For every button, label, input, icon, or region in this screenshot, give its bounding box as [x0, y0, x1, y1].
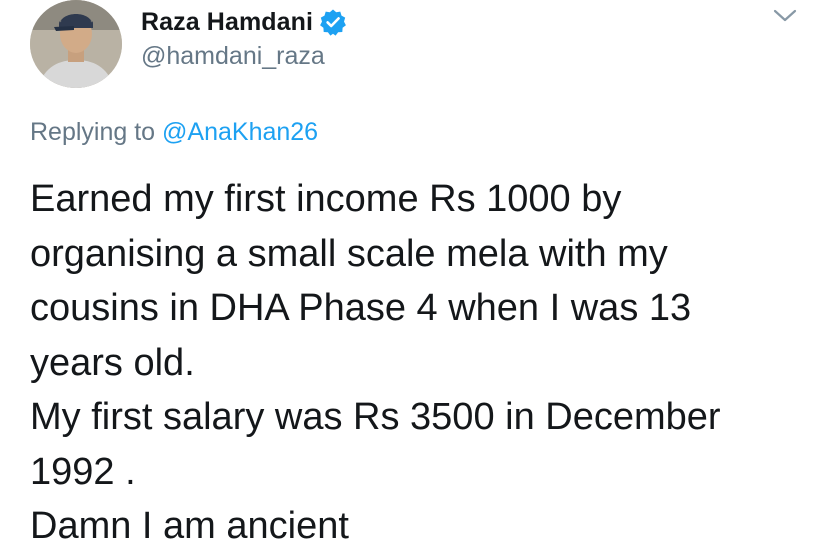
tweet-body: Earned my first income Rs 1000 by organi…: [30, 172, 810, 554]
tweet-text-line: Damn I am ancient: [30, 505, 349, 547]
tweet-text-line: Earned my first income Rs 1000 by: [30, 178, 622, 220]
tweet-text-line: years old.: [30, 341, 195, 384]
tweet-card: Raza Hamdani @hamdani_raza Replying to @…: [0, 0, 828, 555]
author-name-row: Raza Hamdani: [141, 7, 347, 37]
chevron-down-icon[interactable]: [772, 6, 798, 26]
replying-to-line: Replying to @AnaKhan26: [30, 118, 318, 147]
tweet-text-line: organising a small scale mela with my: [30, 232, 668, 275]
reply-mention-link[interactable]: @AnaKhan26: [162, 118, 318, 146]
replying-to-label: Replying to: [30, 118, 163, 146]
author-display-name[interactable]: Raza Hamdani: [141, 8, 313, 37]
author-avatar[interactable]: [30, 0, 122, 88]
author-handle[interactable]: @hamdani_raza: [141, 42, 325, 71]
verified-badge-icon: [319, 8, 347, 36]
avatar-image: [30, 0, 122, 88]
tweet-text-line: 1992 .: [30, 450, 136, 493]
tweet-text-line: My first salary was Rs 3500 in December: [30, 396, 721, 438]
tweet-text-line: cousins in DHA Phase 4 when I was 13: [30, 287, 692, 329]
